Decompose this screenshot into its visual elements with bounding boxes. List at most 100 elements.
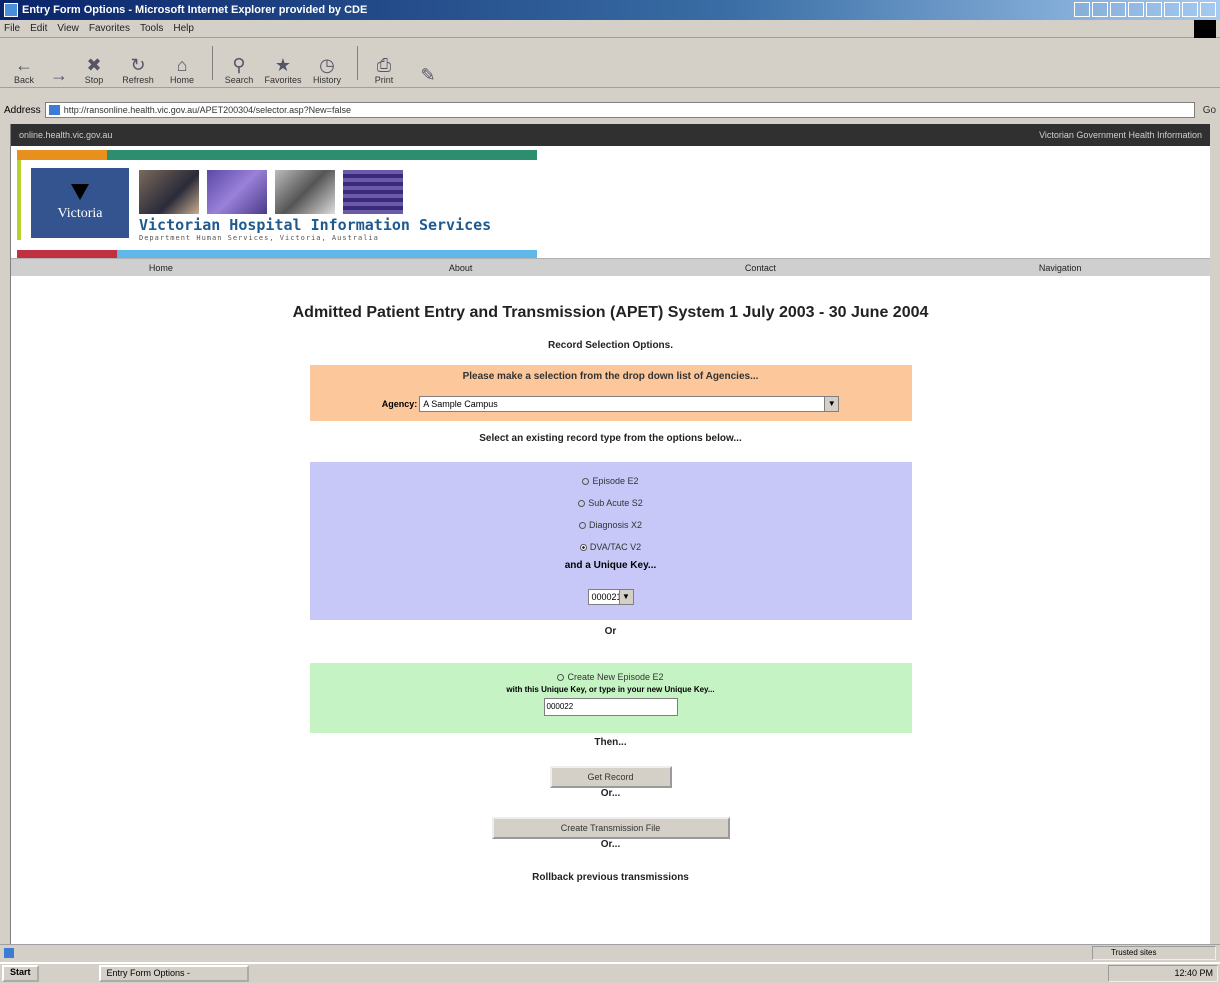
search-button[interactable]: ⚲ Search bbox=[219, 41, 259, 85]
toolbar-separator bbox=[357, 45, 358, 80]
agency-panel: Please make a selection from the drop do… bbox=[309, 365, 912, 421]
header-photo-2 bbox=[207, 170, 267, 214]
header-photo-4 bbox=[343, 170, 403, 214]
site-header: Victoria Victorian Hospital Information … bbox=[11, 146, 1210, 258]
address-bar: Address http://ransonline.health.vic.gov… bbox=[0, 100, 1220, 120]
header-photo-3 bbox=[275, 170, 335, 214]
rollback-link[interactable]: Rollback previous transmissions bbox=[11, 872, 1210, 883]
window-titlebar: Entry Form Options - Microsoft Internet … bbox=[0, 0, 1220, 20]
menu-file[interactable]: File bbox=[4, 23, 20, 34]
status-bar: Trusted sites bbox=[0, 944, 1220, 960]
gov-link[interactable]: Victorian Government Health Information bbox=[1039, 130, 1202, 140]
main-content: Admitted Patient Entry and Transmission … bbox=[11, 304, 1210, 883]
header-bar-left bbox=[17, 160, 21, 240]
back-arrow-icon: ← bbox=[15, 54, 33, 75]
back-button[interactable]: ← Back bbox=[4, 41, 44, 85]
brand-subtitle: Department Human Services, Victoria, Aus… bbox=[139, 234, 379, 242]
radio-icon bbox=[582, 478, 590, 486]
agency-row: Agency: A Sample Campus ▼ bbox=[310, 396, 912, 412]
toolbar-separator bbox=[212, 45, 213, 80]
header-photo-1 bbox=[139, 170, 199, 214]
nav-navigation[interactable]: Navigation bbox=[910, 259, 1210, 276]
go-button[interactable]: Go bbox=[1203, 105, 1216, 116]
refresh-button[interactable]: ↻ Refresh bbox=[118, 41, 158, 85]
get-record-button[interactable]: Get Record bbox=[549, 766, 672, 788]
ie-icon bbox=[4, 3, 18, 17]
taskbar-ie-window[interactable]: Entry Form Options - bbox=[98, 965, 249, 982]
system-tray: 12:40 PM bbox=[1108, 965, 1218, 982]
radio-checked-icon bbox=[579, 544, 587, 552]
app-icon[interactable] bbox=[1110, 2, 1126, 17]
address-input[interactable]: http://ransonline.health.vic.gov.au/APET… bbox=[44, 102, 1195, 118]
menubar: File Edit View Favorites Tools Help bbox=[0, 20, 1220, 38]
menu-edit[interactable]: Edit bbox=[30, 23, 47, 34]
victoria-logo: Victoria bbox=[31, 168, 129, 238]
forward-arrow-icon: → bbox=[50, 64, 68, 85]
quicklaunch-icons bbox=[1074, 2, 1216, 17]
stop-icon: ✖ bbox=[86, 54, 102, 75]
menu-help[interactable]: Help bbox=[173, 23, 194, 34]
nav-about[interactable]: About bbox=[311, 259, 611, 276]
or-label: Or bbox=[604, 626, 617, 637]
agency-select[interactable]: A Sample Campus ▼ bbox=[419, 396, 840, 412]
edit-icon: ✎ bbox=[420, 64, 436, 85]
radio-episode-e2[interactable]: Episode E2 bbox=[310, 470, 912, 492]
nav-home[interactable]: Home bbox=[11, 259, 311, 276]
close-icon[interactable] bbox=[1200, 2, 1216, 17]
agency-label: Agency: bbox=[381, 399, 418, 409]
history-button[interactable]: ◷ History bbox=[307, 41, 347, 85]
radio-icon bbox=[557, 674, 565, 682]
security-zone: Trusted sites bbox=[1092, 946, 1216, 960]
create-transmission-button[interactable]: Create Transmission File bbox=[491, 817, 730, 839]
record-type-panel: Episode E2 Sub Acute S2 Diagnosis X2 DVA… bbox=[309, 462, 912, 620]
favorites-button[interactable]: ★ Favorites bbox=[263, 41, 303, 85]
radio-dva-tac-v2[interactable]: DVA/TAC V2 bbox=[310, 536, 912, 558]
create-hint: with this Unique Key, or type in your ne… bbox=[506, 685, 715, 694]
radio-create-new-episode[interactable]: Create New Episode E2 bbox=[310, 669, 912, 685]
menu-view[interactable]: View bbox=[57, 23, 79, 34]
edit-button[interactable]: ✎ bbox=[408, 41, 448, 85]
menu-favorites[interactable]: Favorites bbox=[89, 23, 130, 34]
new-unique-key-input[interactable]: 000022 bbox=[543, 698, 678, 716]
app-icon[interactable] bbox=[1092, 2, 1108, 17]
top-strip: online.health.vic.gov.au Victorian Gover… bbox=[11, 124, 1210, 146]
brand-block: Victorian Hospital Information Services … bbox=[139, 216, 491, 242]
brand-title: Victorian Hospital Information Services bbox=[139, 216, 492, 234]
page-title: Admitted Patient Entry and Transmission … bbox=[292, 304, 929, 321]
unique-key-label: and a Unique Key... bbox=[564, 560, 657, 571]
site-link[interactable]: online.health.vic.gov.au bbox=[19, 130, 112, 140]
header-bar-bottom bbox=[17, 250, 537, 258]
home-icon: ⌂ bbox=[176, 54, 188, 75]
refresh-icon: ↻ bbox=[130, 54, 146, 75]
radio-icon bbox=[578, 522, 586, 530]
create-panel: Create New Episode E2 with this Unique K… bbox=[309, 663, 912, 733]
clock: 12:40 PM bbox=[1174, 968, 1213, 978]
radio-icon bbox=[578, 500, 586, 508]
page-done-icon bbox=[4, 947, 14, 958]
menu-tools[interactable]: Tools bbox=[140, 23, 163, 34]
nav-contact[interactable]: Contact bbox=[611, 259, 911, 276]
unique-key-select[interactable]: 000021 ▼ bbox=[587, 589, 634, 605]
search-icon: ⚲ bbox=[232, 54, 246, 75]
maximize-icon[interactable] bbox=[1182, 2, 1198, 17]
agency-prompt: Please make a selection from the drop do… bbox=[462, 371, 759, 382]
chevron-down-icon: ▼ bbox=[618, 590, 633, 604]
print-button[interactable]: ⎙ Print bbox=[364, 41, 404, 85]
radio-diagnosis-x2[interactable]: Diagnosis X2 bbox=[310, 514, 912, 536]
forward-button[interactable]: → bbox=[48, 41, 70, 85]
app-icon[interactable] bbox=[1128, 2, 1144, 17]
stop-button[interactable]: ✖ Stop bbox=[74, 41, 114, 85]
toolbar: ← Back → ✖ Stop ↻ Refresh ⌂ Home ⚲ Search ★ Fa… bbox=[0, 38, 1220, 88]
record-type-prompt: Select an existing record type from the … bbox=[479, 433, 742, 444]
minimize-icon[interactable] bbox=[1164, 2, 1180, 17]
app-icon[interactable] bbox=[1074, 2, 1090, 17]
create-transmission-row: Create Transmission File bbox=[11, 817, 1210, 839]
radio-sub-acute-s2[interactable]: Sub Acute S2 bbox=[310, 492, 912, 514]
home-button[interactable]: ⌂ Home bbox=[162, 41, 202, 85]
app-icon[interactable] bbox=[1146, 2, 1162, 17]
print-icon: ⎙ bbox=[376, 54, 392, 75]
page-subtitle: Record Selection Options. bbox=[547, 340, 674, 351]
windows-logo-icon bbox=[1194, 20, 1216, 38]
start-button[interactable]: Start bbox=[2, 965, 39, 982]
site-nav: Home About Contact Navigation bbox=[11, 258, 1210, 276]
